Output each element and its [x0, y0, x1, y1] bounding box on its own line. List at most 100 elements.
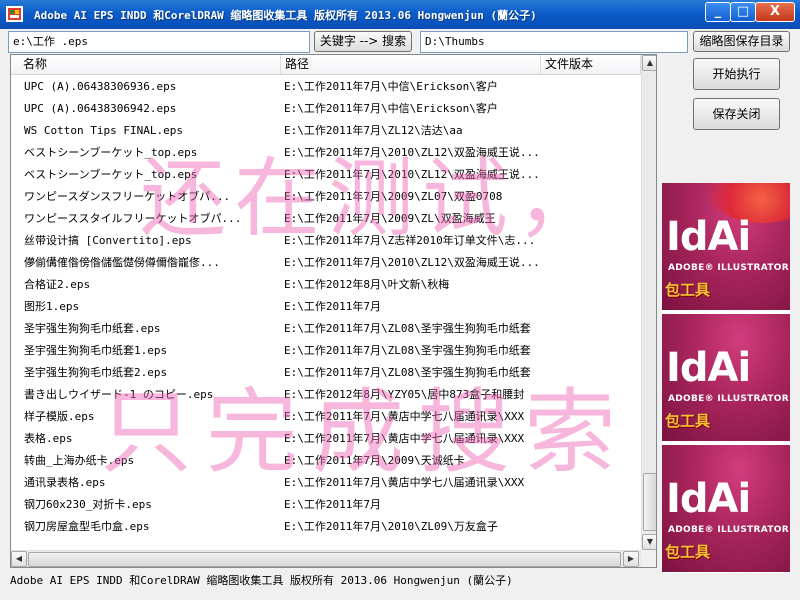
table-row[interactable]: WS Cotton Tips FINAL.eps E:\工作2011年7月\ZL1… — [11, 120, 641, 142]
list-rows: UPC (A).06438306936.eps E:\工作2011年7月\中信\E… — [11, 76, 641, 538]
file-path-cell: E:\工作2012年8月\YZY05\居中873盒子和腰封 — [284, 388, 525, 401]
file-name-cell: 合格证2.eps — [24, 278, 91, 291]
file-path-cell: E:\工作2011年7月\2009\ZL07\双盈0708 — [284, 190, 503, 203]
file-path-cell: E:\工作2011年7月\ZL08\圣宇强生狗狗毛巾纸套 — [284, 322, 531, 335]
file-name-cell: 書き出しウイザード-1 のコピー.eps — [24, 388, 214, 401]
thumbs-dir-input[interactable]: D:\Thumbs — [420, 31, 688, 53]
maximize-button[interactable]: □ — [730, 2, 756, 22]
scroll-down-arrow-icon[interactable]: ▼ — [642, 534, 656, 550]
file-name-cell: UPC (A).06438306942.eps — [24, 102, 177, 115]
vertical-scrollbar[interactable]: ▲ ▼ — [641, 55, 656, 550]
file-name-cell: 样子模版.eps — [24, 410, 95, 423]
table-row[interactable]: UPC (A).06438306936.eps E:\工作2011年7月\中信\E… — [11, 76, 641, 98]
scrollbar-corner — [641, 550, 656, 567]
file-path-cell: E:\工作2011年7月\黄店中学七八届通讯录\XXX — [284, 410, 525, 423]
file-path-cell: E:\工作2011年7月\2010\ZL12\双盈海威王说... — [284, 168, 539, 181]
search-path-input[interactable]: e:\工作 .eps — [8, 31, 310, 53]
table-row[interactable]: ワンピーススタイルフリーケットオブパ... E:\工作2011年7月\2009\Z… — [11, 208, 641, 230]
list-header: 名称 路径 文件版本 — [11, 55, 641, 75]
ad-badge: 包工具 — [665, 281, 711, 299]
start-button[interactable]: 开始执行 — [693, 58, 780, 90]
close-button[interactable]: X — [755, 2, 795, 22]
file-path-cell: E:\工作2011年7月\中信\Erickson\客户 — [284, 80, 498, 93]
title-bar[interactable]: Adobe AI EPS INDD 和CorelDRAW 缩略图收集工具 版权所… — [0, 0, 800, 29]
window-title: Adobe AI EPS INDD 和CorelDRAW 缩略图收集工具 版权所… — [34, 9, 537, 22]
column-header-version[interactable]: 文件版本 — [541, 55, 641, 74]
file-path-cell: E:\工作2011年7月\2009\天诚纸卡 — [284, 454, 465, 467]
file-name-cell: ベストシーンブーケット_top.eps — [24, 168, 198, 181]
vertical-scroll-thumb[interactable] — [643, 473, 656, 531]
file-name-cell: 圣宇强生狗狗毛巾纸套.eps — [24, 322, 161, 335]
table-row[interactable]: ワンピースダンスフリーケットオブパ... E:\工作2011年7月\2009\ZL… — [11, 186, 641, 208]
file-path-cell: E:\工作2011年7月\2010\ZL12\双盈海威王说... — [284, 146, 539, 159]
file-name-cell: ベストシーンブーケット_top.eps — [24, 146, 198, 159]
table-row[interactable]: 圣宇强生狗狗毛巾纸套1.eps E:\工作2011年7月\ZL08\圣宇强生狗狗毛… — [11, 340, 641, 362]
table-row[interactable]: 圣宇强生狗狗毛巾纸套2.eps E:\工作2011年7月\ZL08\圣宇强生狗狗毛… — [11, 362, 641, 384]
file-name-cell: 表格.eps — [24, 432, 73, 445]
file-path-cell: E:\工作2011年7月\ZL08\圣宇强生狗狗毛巾纸套 — [284, 366, 531, 379]
table-row[interactable]: UPC (A).06438306942.eps E:\工作2011年7月\中信\E… — [11, 98, 641, 120]
file-name-cell: 转曲_上海办纸卡.eps — [24, 454, 135, 467]
column-header-path[interactable]: 路径 — [281, 55, 541, 74]
column-header-name[interactable]: 名称 — [19, 55, 281, 74]
file-path-cell: E:\工作2011年7月 — [284, 300, 381, 313]
thumbs-dir-button[interactable]: 缩略图保存目录 — [693, 31, 790, 52]
horizontal-scroll-thumb[interactable] — [28, 552, 621, 567]
table-row[interactable]: 丝带设计搞 [Convertito].eps E:\工作2011年7月\Z志祥20… — [11, 230, 641, 252]
status-bar: Adobe AI EPS INDD 和CorelDRAW 缩略图收集工具 版权所… — [10, 574, 513, 587]
file-name-cell: 通讯录表格.eps — [24, 476, 106, 489]
horizontal-scrollbar[interactable]: ◀ ▶ — [11, 550, 641, 567]
scroll-left-arrow-icon[interactable]: ◀ — [11, 551, 27, 567]
file-path-cell: E:\工作2011年7月 — [284, 498, 381, 511]
ad-banner[interactable]: IdAi ADOBE® ILLUSTRATOR 包工具 — [662, 314, 790, 441]
ad-badge: 包工具 — [665, 543, 711, 561]
file-name-cell: ワンピースダンスフリーケットオブパ... — [24, 190, 231, 203]
table-row[interactable]: ベストシーンブーケット_top.eps E:\工作2011年7月\2010\ZL1… — [11, 142, 641, 164]
table-row[interactable]: 钢刀60x230_对折卡.eps E:\工作2011年7月 — [11, 494, 641, 516]
file-path-cell: E:\工作2011年7月\中信\Erickson\客户 — [284, 102, 498, 115]
file-name-cell: 圣宇强生狗狗毛巾纸套1.eps — [24, 344, 168, 357]
table-row[interactable]: 样子模版.eps E:\工作2011年7月\黄店中学七八届通讯录\XXX — [11, 406, 641, 428]
scroll-up-arrow-icon[interactable]: ▲ — [642, 55, 656, 71]
file-path-cell: E:\工作2011年7月\黄店中学七八届通讯录\XXX — [284, 476, 525, 489]
file-path-cell: E:\工作2011年7月\黄店中学七八届通讯录\XXX — [284, 432, 525, 445]
app-icon — [6, 6, 23, 22]
file-name-cell: 钢刀60x230_对折卡.eps — [24, 498, 152, 511]
file-path-cell: E:\工作2011年7月\2010\ZL12\双盈海威王说... — [284, 256, 539, 269]
keyword-search-button[interactable]: 关键字 --> 搜索 — [314, 31, 412, 52]
file-name-cell: 丝带设计搞 [Convertito].eps — [24, 234, 192, 247]
file-name-cell: UPC (A).06438306936.eps — [24, 80, 177, 93]
table-row[interactable]: ベストシーンブーケット_top.eps E:\工作2011年7月\2010\ZL1… — [11, 164, 641, 186]
table-row[interactable]: 图形1.eps E:\工作2011年7月 — [11, 296, 641, 318]
ad-brand: IdAi — [666, 214, 751, 260]
save-close-button[interactable]: 保存关闭 — [693, 98, 780, 130]
table-row[interactable]: 钢刀房屋盒型毛巾盒.eps E:\工作2011年7月\2010\ZL09\万友盒子 — [11, 516, 641, 538]
ad-panel: IdAi ADOBE® ILLUSTRATOR 包工具 IdAi ADOBE® … — [662, 183, 790, 573]
file-name-cell: 儚偂傋傕偺傍偺儲儖儊僗僔儞偺巃俢... — [24, 256, 220, 269]
file-path-cell: E:\工作2011年7月\Z志祥2010年订单文件\志... — [284, 234, 536, 247]
ad-subtitle: ADOBE® ILLUSTRATOR — [668, 394, 789, 404]
ad-banner[interactable]: IdAi ADOBE® ILLUSTRATOR 包工具 — [662, 183, 790, 310]
file-path-cell: E:\工作2011年7月\ZL08\圣宇强生狗狗毛巾纸套 — [284, 344, 531, 357]
table-row[interactable]: 書き出しウイザード-1 のコピー.eps E:\工作2012年8月\YZY05\居… — [11, 384, 641, 406]
ad-banner[interactable]: IdAi ADOBE® ILLUSTRATOR 包工具 — [662, 445, 790, 572]
table-row[interactable]: 儚偂傋傕偺傍偺儲儖儊僗僔儞偺巃俢... E:\工作2011年7月\2010\ZL1… — [11, 252, 641, 274]
ad-brand: IdAi — [666, 345, 751, 391]
table-row[interactable]: 表格.eps E:\工作2011年7月\黄店中学七八届通讯录\XXX — [11, 428, 641, 450]
table-row[interactable]: 合格证2.eps E:\工作2012年8月\叶文新\秋梅 — [11, 274, 641, 296]
ad-badge: 包工具 — [665, 412, 711, 430]
main-window: Adobe AI EPS INDD 和CorelDRAW 缩略图收集工具 版权所… — [0, 0, 800, 600]
table-row[interactable]: 通讯录表格.eps E:\工作2011年7月\黄店中学七八届通讯录\XXX — [11, 472, 641, 494]
file-path-cell: E:\工作2012年8月\叶文新\秋梅 — [284, 278, 450, 291]
ad-brand: IdAi — [666, 476, 751, 522]
scroll-right-arrow-icon[interactable]: ▶ — [623, 551, 639, 567]
minimize-button[interactable]: _ — [705, 2, 731, 22]
file-path-cell: E:\工作2011年7月\2010\ZL09\万友盒子 — [284, 520, 498, 533]
file-list-view[interactable]: 名称 路径 文件版本 UPC (A).06438306936.eps E:\工作2… — [10, 54, 657, 568]
ad-subtitle: ADOBE® ILLUSTRATOR — [668, 525, 789, 535]
file-path-cell: E:\工作2011年7月\2009\ZL\双盈海威王 — [284, 212, 496, 225]
table-row[interactable]: 圣宇强生狗狗毛巾纸套.eps E:\工作2011年7月\ZL08\圣宇强生狗狗毛巾… — [11, 318, 641, 340]
table-row[interactable]: 转曲_上海办纸卡.eps E:\工作2011年7月\2009\天诚纸卡 — [11, 450, 641, 472]
file-name-cell: 图形1.eps — [24, 300, 80, 313]
file-name-cell: ワンピーススタイルフリーケットオブパ... — [24, 212, 242, 225]
